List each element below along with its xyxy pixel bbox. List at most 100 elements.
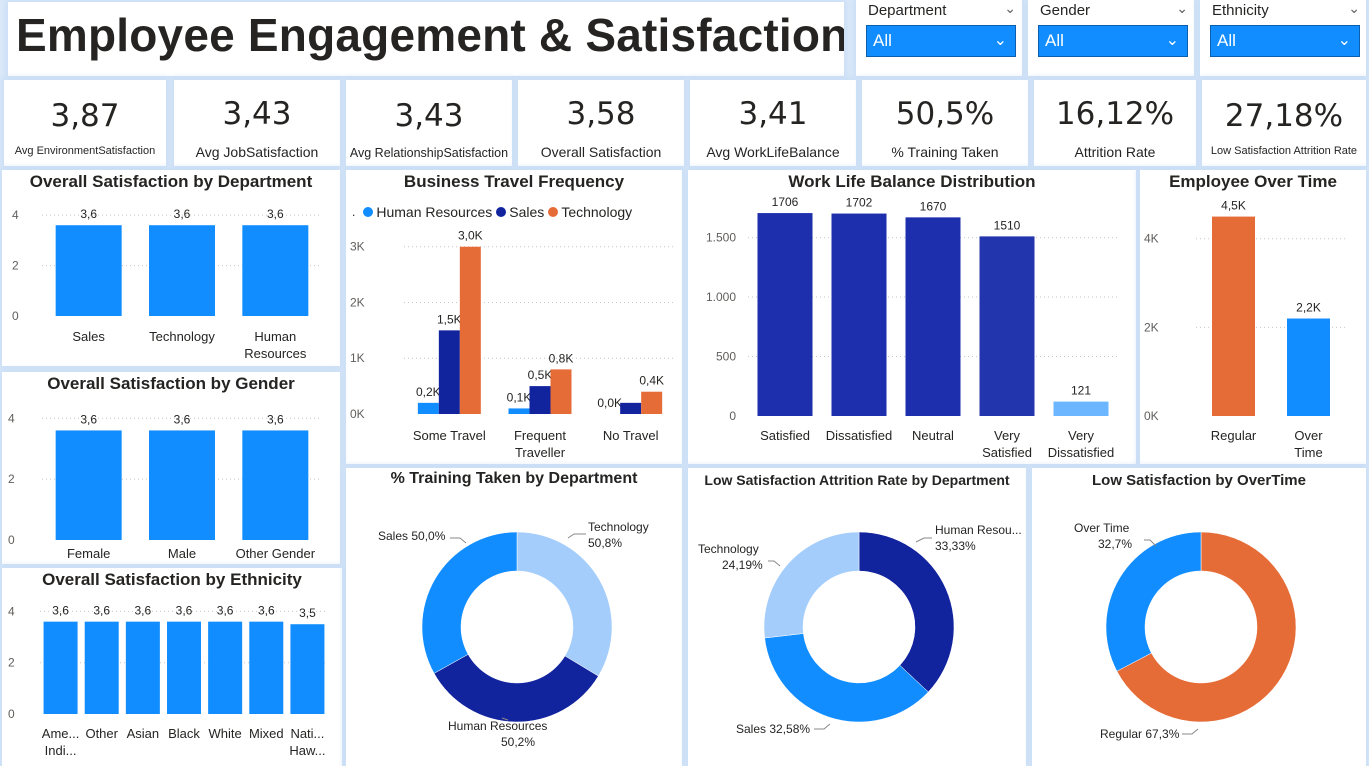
training-donut-chart: Technology 50,8% Human Resources 50,2% Sales…: [378, 520, 649, 749]
data-label: 0,1K: [507, 390, 532, 404]
lowsat-overtime-donut-chart: Regular 67,3% Over Time 32,7%: [1074, 521, 1297, 741]
bar: [905, 217, 961, 416]
slice-label: Technology: [698, 542, 759, 556]
y-tick-label: 2K: [1144, 320, 1159, 334]
kpi-card: 3,43 Avg JobSatisfaction: [174, 80, 340, 166]
title-card: Employee Engagement & Satisfaction: [8, 2, 844, 76]
chevron-down-icon[interactable]: ⌄: [1004, 0, 1016, 17]
department-dropdown-value: All: [873, 31, 892, 50]
kpi-label: Overall Satisfaction: [540, 144, 662, 160]
y-tick-label: 4: [8, 411, 15, 425]
bar: [529, 386, 551, 414]
bar: [149, 225, 215, 316]
x-tick-label: Sales: [72, 329, 105, 344]
slicer-gender: Gender ⌄ All ⌄: [1028, 0, 1194, 76]
kpi-label: Low Satisfaction Attrition Rate: [1210, 145, 1358, 157]
chevron-down-icon[interactable]: ⌄: [1348, 0, 1360, 17]
gender-dropdown-value: All: [1045, 31, 1064, 50]
leader-line: [915, 537, 932, 543]
slice-value-label: 50,8%: [588, 536, 622, 550]
gender-dropdown[interactable]: All ⌄: [1038, 25, 1188, 57]
y-tick-label: 2K: [350, 295, 365, 309]
y-tick-label: 1K: [350, 351, 365, 365]
chart-card-wlb: Work Life Balance Distribution 0 500 1.000…: [688, 170, 1136, 464]
y-tick-label: 1.000: [706, 290, 736, 304]
x-tick-label: Some Travel: [413, 428, 486, 443]
data-label: 3,6: [135, 604, 152, 618]
slice-label: Technology: [588, 520, 649, 534]
bar: [508, 408, 530, 414]
x-tick-label: Neutral: [912, 428, 954, 443]
x-tick-label: Other: [85, 726, 118, 741]
data-label: 0,8K: [549, 351, 574, 365]
x-tick-label: White: [209, 726, 242, 741]
y-tick-label: 2: [8, 656, 15, 670]
bar: [550, 369, 572, 414]
kpi-label: Avg JobSatisfaction: [195, 144, 319, 160]
bar: [290, 624, 325, 714]
bar: [55, 225, 122, 316]
donut-slice: [516, 531, 613, 677]
chart-card-gender: Overall Satisfaction by Gender 0 2 4 3,6 Fem…: [2, 372, 340, 564]
y-tick-label: 1.500: [706, 231, 736, 245]
bar: [242, 225, 309, 316]
travel-bar-chart: 0K 1K 2K 3K 0,2K 1,5K 3,0K Some Travel 0,1K 0,5K 0…: [350, 229, 676, 460]
x-tick-label: Black: [168, 726, 200, 741]
data-label: 3,6: [176, 604, 193, 618]
x-tick-label: Resources: [244, 346, 307, 361]
slicer-department: Department ⌄ All ⌄: [856, 0, 1022, 76]
slice-label: Human Resou...: [935, 523, 1022, 537]
bar: [757, 213, 813, 416]
bar: [43, 621, 78, 714]
data-label: 3,6: [93, 604, 110, 618]
chart-card-training: % Training Taken by Department Technolog…: [346, 468, 682, 766]
slice-label: Sales 32,58%: [736, 722, 810, 736]
slice-value-label: 33,33%: [935, 539, 976, 553]
x-tick-label: Satisfied: [982, 445, 1032, 460]
leader-line: [814, 723, 831, 730]
bar: [242, 430, 309, 540]
leader-line: [1182, 728, 1199, 735]
kpi-value: 3,87: [50, 98, 120, 134]
x-tick-label: Dissatisfied: [1048, 445, 1114, 460]
x-tick-label: Indi...: [45, 743, 77, 758]
wlb-bar-chart: 0 500 1.000 1.500 1706 Satisfied 1702 Dissatisf…: [706, 195, 1118, 460]
kpi-card: 3,87 Avg EnvironmentSatisfaction: [4, 80, 166, 166]
x-tick-label: Human: [254, 329, 296, 344]
donut-slice: [764, 633, 929, 723]
kpi-card: 3,43 Avg RelationshipSatisfaction: [346, 80, 512, 166]
slicer-ethnicity: Ethnicity ⌄ All ⌄: [1200, 0, 1366, 76]
bar: [438, 330, 460, 414]
kpi-value: 3,58: [566, 96, 636, 132]
data-label: 0,2K: [416, 385, 441, 399]
chevron-down-icon: ⌄: [993, 32, 1007, 49]
bar: [249, 621, 284, 714]
x-tick-label: Mixed: [249, 726, 284, 741]
y-tick-label: 0K: [350, 407, 365, 421]
department-dropdown[interactable]: All ⌄: [866, 25, 1016, 57]
slice-value-label: 50,2%: [501, 735, 535, 749]
data-label: 3,5: [299, 606, 316, 620]
x-tick-label: Frequent: [514, 428, 566, 443]
data-label: 3,6: [174, 412, 191, 426]
ethnicity-bar-chart: 0 2 4 3,6 Ame... Indi... 3,6 Other 3,6 Asian 3,6 Bl…: [8, 604, 328, 758]
data-label: 121: [1071, 384, 1091, 398]
leader-line: [450, 537, 467, 544]
data-label: 1702: [846, 196, 873, 210]
ethnicity-dropdown[interactable]: All ⌄: [1210, 25, 1360, 57]
slice-value-label: 24,19%: [722, 558, 763, 572]
chevron-down-icon[interactable]: ⌄: [1176, 0, 1188, 17]
bar: [459, 246, 481, 414]
donut-slice: [1105, 531, 1202, 672]
data-label: 3,6: [217, 604, 234, 618]
x-tick-label: Very: [1068, 428, 1095, 443]
x-tick-label: Other Gender: [236, 546, 316, 561]
x-tick-label: Haw...: [289, 743, 325, 758]
dashboard-title: Employee Engagement & Satisfaction: [16, 9, 844, 61]
y-tick-label: 3K: [350, 240, 365, 254]
x-tick-label: Asian: [127, 726, 160, 741]
bar: [55, 430, 122, 540]
chart-card-lowsat-ot: Low Satisfaction by OverTime Regular 67,…: [1032, 468, 1366, 766]
donut-slice: [433, 653, 599, 723]
data-label: 1510: [994, 218, 1021, 232]
